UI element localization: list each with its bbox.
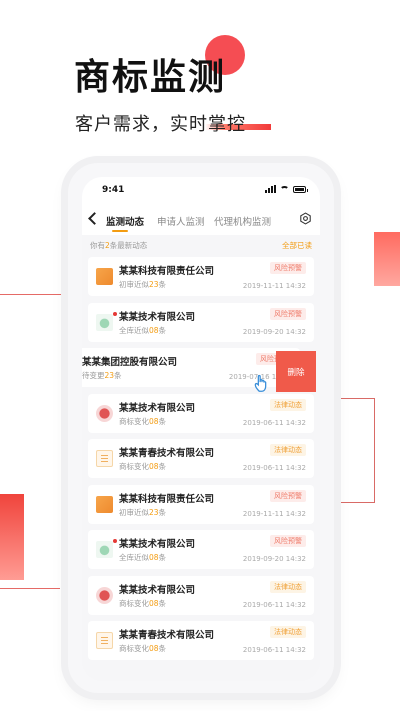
status-badge: 法律动态 — [270, 398, 306, 411]
promo-title: 商标监测 — [74, 57, 227, 98]
mark-all-read-button[interactable]: 全部已读 — [282, 240, 312, 251]
change-summary: 初审近似23条 — [119, 280, 167, 289]
summary-row: 你有2条最新动态 全部已读 — [82, 235, 320, 255]
monitor-card[interactable]: 某某科技有限责任公司 初审近似23条 风险预警 2019-11-11 14:32 — [88, 484, 314, 524]
company-logo — [96, 450, 113, 467]
monitor-card[interactable]: 某某青春技术有限公司 商标变化08条 法律动态 2019-06-11 14:32 — [88, 621, 314, 660]
status-badge: 风险预警 — [270, 262, 306, 274]
timestamp: 2019-11-11 14:32 — [242, 282, 306, 290]
company-name: 某某技术有限公司 — [119, 584, 196, 596]
decorative-block-left — [0, 494, 24, 580]
company-logo — [96, 632, 113, 649]
wifi-icon — [280, 185, 289, 193]
status-icons — [265, 185, 308, 193]
nav-bar: 监测动态 申请人监测 代理机构监测 — [82, 205, 320, 235]
company-name: 某某青春技术有限公司 — [119, 630, 215, 641]
company-name: 某某技术有限公司 — [119, 539, 196, 550]
battery-icon — [293, 185, 308, 193]
status-badge: 风险预警 — [270, 535, 306, 547]
change-summary: 全库近似08条 — [119, 553, 167, 562]
timestamp: 2019-06-11 14:32 — [242, 418, 306, 427]
back-icon[interactable] — [88, 212, 101, 225]
timestamp: 2019-09-20 14:32 — [242, 327, 306, 336]
status-badge: 法律动态 — [270, 626, 306, 638]
monitor-card[interactable]: 某某技术有限公司 商标变化08条 法律动态 2019-06-11 14:32 — [88, 575, 314, 615]
monitor-card[interactable]: 某某技术有限公司 全库近似08条 风险预警 2019-09-20 14:32 — [88, 302, 314, 342]
status-bar: 9:41 — [82, 177, 320, 205]
summary-text: 你有2条最新动态 — [90, 241, 148, 250]
monitor-card[interactable]: 某某科技有限责任公司 初审近似23条 风险预警 2019-11-11 14:32 — [88, 257, 314, 296]
timestamp: 2019-06-11 14:32 — [242, 600, 306, 609]
company-name: 某某集团控股有限公司 — [82, 357, 178, 368]
decorative-line — [333, 398, 375, 399]
settings-icon[interactable] — [299, 212, 312, 225]
tab-agency-monitor[interactable]: 代理机构监测 — [214, 214, 271, 228]
decorative-line — [0, 588, 60, 589]
company-name: 某某青春技术有限公司 — [119, 448, 215, 459]
timestamp: 2019-06-11 14:32 — [242, 464, 306, 472]
change-summary: 商标变化08条 — [119, 644, 167, 653]
unread-dot — [113, 311, 117, 316]
company-logo — [96, 586, 113, 604]
change-summary: 全库近似08条 — [119, 325, 167, 335]
company-logo — [96, 404, 113, 422]
change-summary: 商标变化08条 — [119, 416, 167, 426]
company-logo — [96, 541, 113, 558]
company-logo — [96, 268, 113, 285]
phone-screen: 9:41 监测动态 申请人监测 代理机构监测 你有2条最新动态 全部已读 某某科… — [82, 177, 320, 681]
unread-dot — [113, 539, 117, 543]
phone-mockup: 9:41 监测动态 申请人监测 代理机构监测 你有2条最新动态 全部已读 某某科… — [68, 163, 334, 693]
company-name: 某某科技有限责任公司 — [119, 493, 215, 505]
timestamp: 2019-11-11 14:32 — [242, 509, 306, 518]
decorative-line — [333, 502, 375, 503]
change-summary: 商标变化08条 — [119, 598, 167, 608]
decorative-line — [374, 398, 375, 502]
signal-icon — [265, 185, 276, 193]
swipe-hand-icon — [254, 374, 267, 392]
status-badge: 法律动态 — [270, 444, 306, 456]
timestamp: 2019-09-20 14:32 — [242, 555, 306, 563]
status-badge: 风险预警 — [270, 307, 306, 320]
change-summary: 初审近似23条 — [119, 507, 167, 517]
status-badge: 法律动态 — [270, 580, 306, 593]
monitor-card[interactable]: 某某技术有限公司 商标变化08条 法律动态 2019-06-11 14:32 — [88, 393, 314, 433]
company-logo — [96, 495, 113, 513]
promo-subtitle: 客户需求，实时掌控 — [75, 114, 246, 135]
change-summary: 商标变化08条 — [119, 462, 167, 471]
monitor-card[interactable]: 某某青春技术有限公司 商标变化08条 法律动态 2019-06-11 14:32 — [88, 439, 314, 478]
tab-applicant-monitor[interactable]: 申请人监测 — [157, 214, 205, 228]
timestamp: 2019-06-11 14:32 — [242, 646, 306, 654]
decorative-block-right — [374, 232, 400, 286]
status-badge: 风险预警 — [270, 489, 306, 502]
company-name: 某某技术有限公司 — [119, 402, 196, 414]
tab-monitor-feed[interactable]: 监测动态 — [106, 214, 144, 228]
active-tab-indicator — [112, 230, 128, 232]
company-logo — [96, 313, 113, 331]
company-name: 某某技术有限公司 — [119, 311, 196, 323]
monitor-card[interactable]: 某某技术有限公司 全库近似08条 风险预警 2019-09-20 14:32 — [88, 530, 314, 569]
change-summary: 待变更23条 — [82, 371, 122, 380]
delete-button[interactable]: 删除 — [276, 351, 316, 392]
status-time: 9:41 — [102, 185, 125, 195]
company-name: 某某科技有限责任公司 — [119, 266, 215, 277]
